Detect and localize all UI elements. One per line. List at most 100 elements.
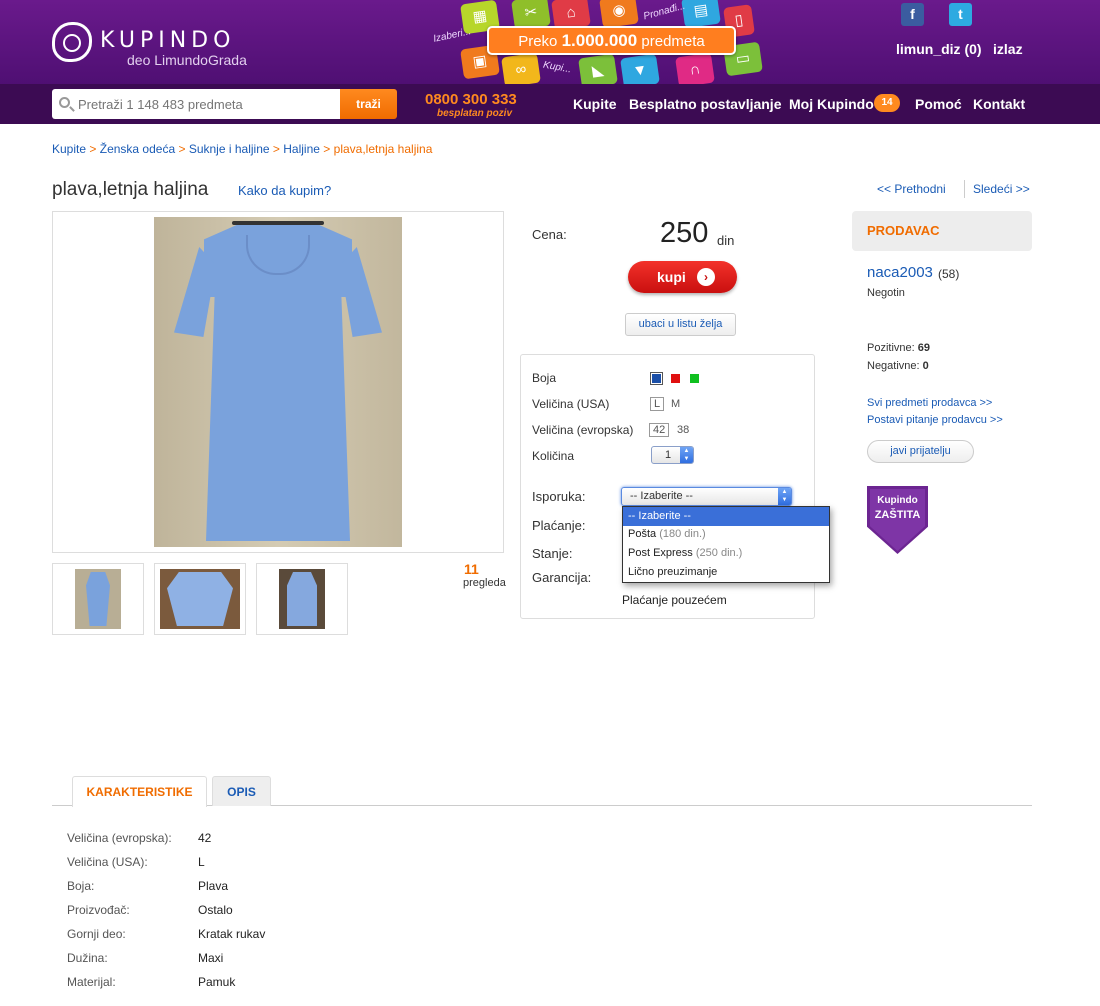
breadcrumb-haljine[interactable]: Haljine <box>283 142 320 156</box>
next-link[interactable]: Sledeći >> <box>973 182 1030 196</box>
attribute-key: Gornji deo: <box>67 927 126 941</box>
nav-kontakt[interactable]: Kontakt <box>973 96 1025 112</box>
kupindo-logo-icon[interactable] <box>52 22 92 62</box>
size-us-option-l[interactable]: L <box>650 397 665 411</box>
color-label: Boja <box>532 371 557 385</box>
breadcrumb-zenska-odeca[interactable]: Ženska odeća <box>100 142 175 156</box>
price-label: Cena: <box>532 227 567 242</box>
thumbnail-1[interactable] <box>52 563 144 635</box>
shipping-option-label: Lično preuzimanje <box>628 566 718 578</box>
attribute-value: Pamuk <box>198 975 236 989</box>
nav-moj-kupindo[interactable]: Moj Kupindo <box>789 96 874 112</box>
thumbnail-3[interactable] <box>256 563 348 635</box>
ask-seller-link[interactable]: Postavi pitanje prodavcu >> <box>867 414 1003 426</box>
shipping-option-label: Pošta <box>628 528 657 540</box>
size-eu-option-38[interactable]: 38 <box>677 424 689 436</box>
shipping-option-posta[interactable]: Pošta (180 din.) <box>623 525 829 544</box>
payment-label: Plaćanje: <box>532 518 586 533</box>
attribute-key: Dužina: <box>67 951 108 965</box>
product-title: plava,letnja haljina <box>52 179 209 200</box>
negative-feedback-label: Negativne: <box>867 360 920 372</box>
shipping-option-label: Post Express <box>628 547 693 559</box>
negative-feedback: Negativne: 0 <box>867 360 929 372</box>
size-eu-option-42[interactable]: 42 <box>649 423 670 437</box>
shipping-select[interactable]: -- Izaberite -- ▲ ▼ <box>621 487 792 506</box>
user-account-link[interactable]: limun_diz (0) <box>896 41 982 57</box>
shoe-icon: ◣ <box>578 53 618 84</box>
breadcrumb-separator: > <box>178 142 186 156</box>
search-button[interactable]: traži <box>340 89 397 119</box>
attribute-key: Boja: <box>67 879 95 893</box>
shipping-option-label: -- Izaberite -- <box>628 510 691 522</box>
quantity-select[interactable]: 1 ▲ ▼ <box>651 446 694 464</box>
attribute-key: Materijal: <box>67 975 116 989</box>
headphones-icon: ∩ <box>675 52 715 84</box>
attribute-value: L <box>198 855 205 869</box>
logout-link[interactable]: izlaz <box>993 41 1023 57</box>
tile-word-choose: Izaberi... <box>432 26 473 45</box>
shipping-option-post-express[interactable]: Post Express (250 din.) <box>623 544 829 563</box>
breadcrumb-current: plava,letnja haljina <box>333 142 433 156</box>
tab-karakteristike[interactable]: KARAKTERISTIKE <box>72 776 207 807</box>
nav-kupite[interactable]: Kupite <box>573 96 617 112</box>
buy-button[interactable]: kupi › <box>628 261 737 293</box>
color-swatch-green[interactable] <box>690 374 699 383</box>
breadcrumb-separator: > <box>89 142 97 156</box>
notification-badge[interactable]: 14 <box>874 94 900 112</box>
add-to-wishlist-button[interactable]: ubaci u listu želja <box>625 313 736 336</box>
seller-name-link[interactable]: naca2003 <box>867 264 933 281</box>
breadcrumb: Kupite > Ženska odeća > Suknje i haljine… <box>52 142 432 156</box>
previous-link[interactable]: << Prethodni <box>877 182 946 196</box>
shield-icon[interactable]: Kupindo ZAŠTITA <box>867 486 928 554</box>
attribute-value: Ostalo <box>198 903 233 917</box>
twitter-icon[interactable]: t <box>949 3 972 26</box>
how-to-buy-link[interactable]: Kako da kupim? <box>238 183 331 198</box>
all-seller-items-link[interactable]: Svi predmeti prodavca >> <box>867 397 992 409</box>
shipping-option-choose[interactable]: -- Izaberite -- <box>623 507 829 526</box>
thumbnail-2[interactable] <box>154 563 246 635</box>
size-us-option-m[interactable]: M <box>671 398 680 410</box>
brand-subtitle: deo LimundoGrada <box>127 52 247 68</box>
printer-icon: ▤ <box>681 0 721 29</box>
breadcrumb-kupite[interactable]: Kupite <box>52 142 86 156</box>
promo-banner[interactable]: Preko 1.000.000 predmeta <box>487 26 736 55</box>
shipping-option-price: (250 din.) <box>695 547 743 559</box>
seller-header: PRODAVAC <box>852 211 1032 251</box>
buy-button-label: kupi <box>657 269 686 285</box>
promo-prefix: Preko <box>518 33 558 50</box>
arrow-right-icon: › <box>697 268 715 286</box>
size-eu-label: Veličina (evropska) <box>532 423 634 437</box>
nav-pomoc[interactable]: Pomoć <box>915 96 962 112</box>
shipping-option-licno-preuzimanje[interactable]: Lično preuzimanje <box>623 563 829 582</box>
search-box <box>52 89 340 119</box>
views-count: 11 <box>464 561 479 577</box>
promo-suffix: predmeta <box>641 33 705 50</box>
shipping-selected-value: -- Izaberite -- <box>630 490 693 502</box>
search-input[interactable] <box>78 89 333 119</box>
attribute-value: Maxi <box>198 951 224 965</box>
dress-photo <box>154 217 402 547</box>
positive-feedback-count: 69 <box>917 342 931 354</box>
glasses-icon: ∞ <box>501 52 541 84</box>
shipping-label: Isporuka: <box>532 489 586 504</box>
breadcrumb-suknje-i-haljine[interactable]: Suknje i haljine <box>189 142 270 156</box>
brand-name[interactable]: KUPINDO <box>100 28 235 53</box>
camera-icon: ◉ <box>599 0 639 29</box>
quantity-label: Količina <box>532 449 575 463</box>
color-swatch-blue[interactable] <box>650 372 663 385</box>
attribute-value: Kratak rukav <box>198 927 266 941</box>
attribute-value: Plava <box>198 879 229 893</box>
phone-subtitle: besplatan poziv <box>437 108 513 119</box>
positive-feedback-label: Pozitivne: <box>867 342 915 354</box>
attribute-value: 42 <box>198 831 212 845</box>
color-swatch-red[interactable] <box>671 374 680 383</box>
tab-opis[interactable]: OPIS <box>212 776 271 806</box>
negative-feedback-count: 0 <box>922 360 929 372</box>
main-product-image[interactable] <box>52 211 504 553</box>
nav-bar: traži 0800 300 333 besplatan poziv Kupit… <box>0 84 1100 124</box>
promo-number: 1.000.000 <box>561 31 638 50</box>
payment-value: Plaćanje pouzećem <box>622 593 727 607</box>
nav-besplatno-postavljanje[interactable]: Besplatno postavljanje <box>629 96 781 112</box>
tell-friend-button[interactable]: javi prijatelju <box>867 440 974 463</box>
facebook-icon[interactable]: f <box>901 3 924 26</box>
